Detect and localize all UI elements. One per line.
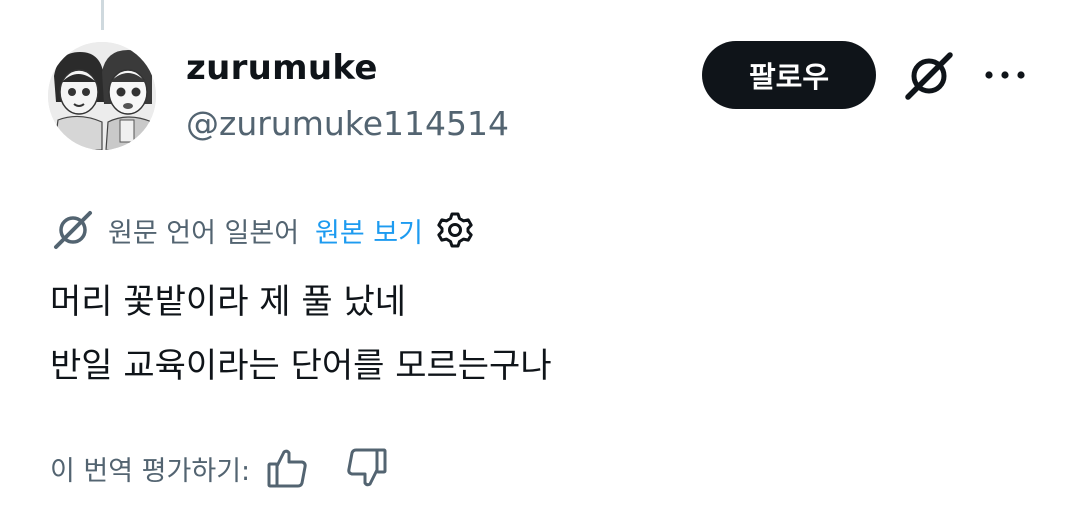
translation-rating-row: 이 번역 평가하기: <box>50 440 388 496</box>
avatar-image <box>48 42 156 150</box>
grok-icon <box>54 211 92 249</box>
thread-connector-line <box>101 0 104 30</box>
rating-prompt: 이 번역 평가하기: <box>50 455 251 487</box>
grok-icon[interactable] <box>900 47 958 105</box>
translation-info-row: 원문 언어 일본어 원본 보기 <box>50 206 475 254</box>
show-original-link[interactable]: 원본 보기 <box>315 211 423 250</box>
thumbs-up-icon[interactable] <box>266 446 310 490</box>
source-language-note: 원문 언어 일본어 <box>108 217 300 249</box>
thumbs-down-icon[interactable] <box>344 446 388 490</box>
tweet-text-line: 머리 꽃밭이라 제 풀 났네 <box>50 282 407 322</box>
tweet-text: 머리 꽃밭이라 제 풀 났네 반일 교육이라는 단어를 모르는구나 <box>50 270 552 398</box>
follow-button[interactable]: 팔로우 <box>702 41 876 109</box>
gear-icon[interactable] <box>435 210 475 250</box>
author-display-name[interactable]: zurumuke <box>186 48 378 88</box>
avatar[interactable] <box>48 42 156 150</box>
author-handle[interactable]: @zurumuke114514 <box>186 104 509 143</box>
tweet-text-line: 반일 교육이라는 단어를 모르는구나 <box>50 346 552 386</box>
more-icon[interactable] <box>980 60 1030 90</box>
